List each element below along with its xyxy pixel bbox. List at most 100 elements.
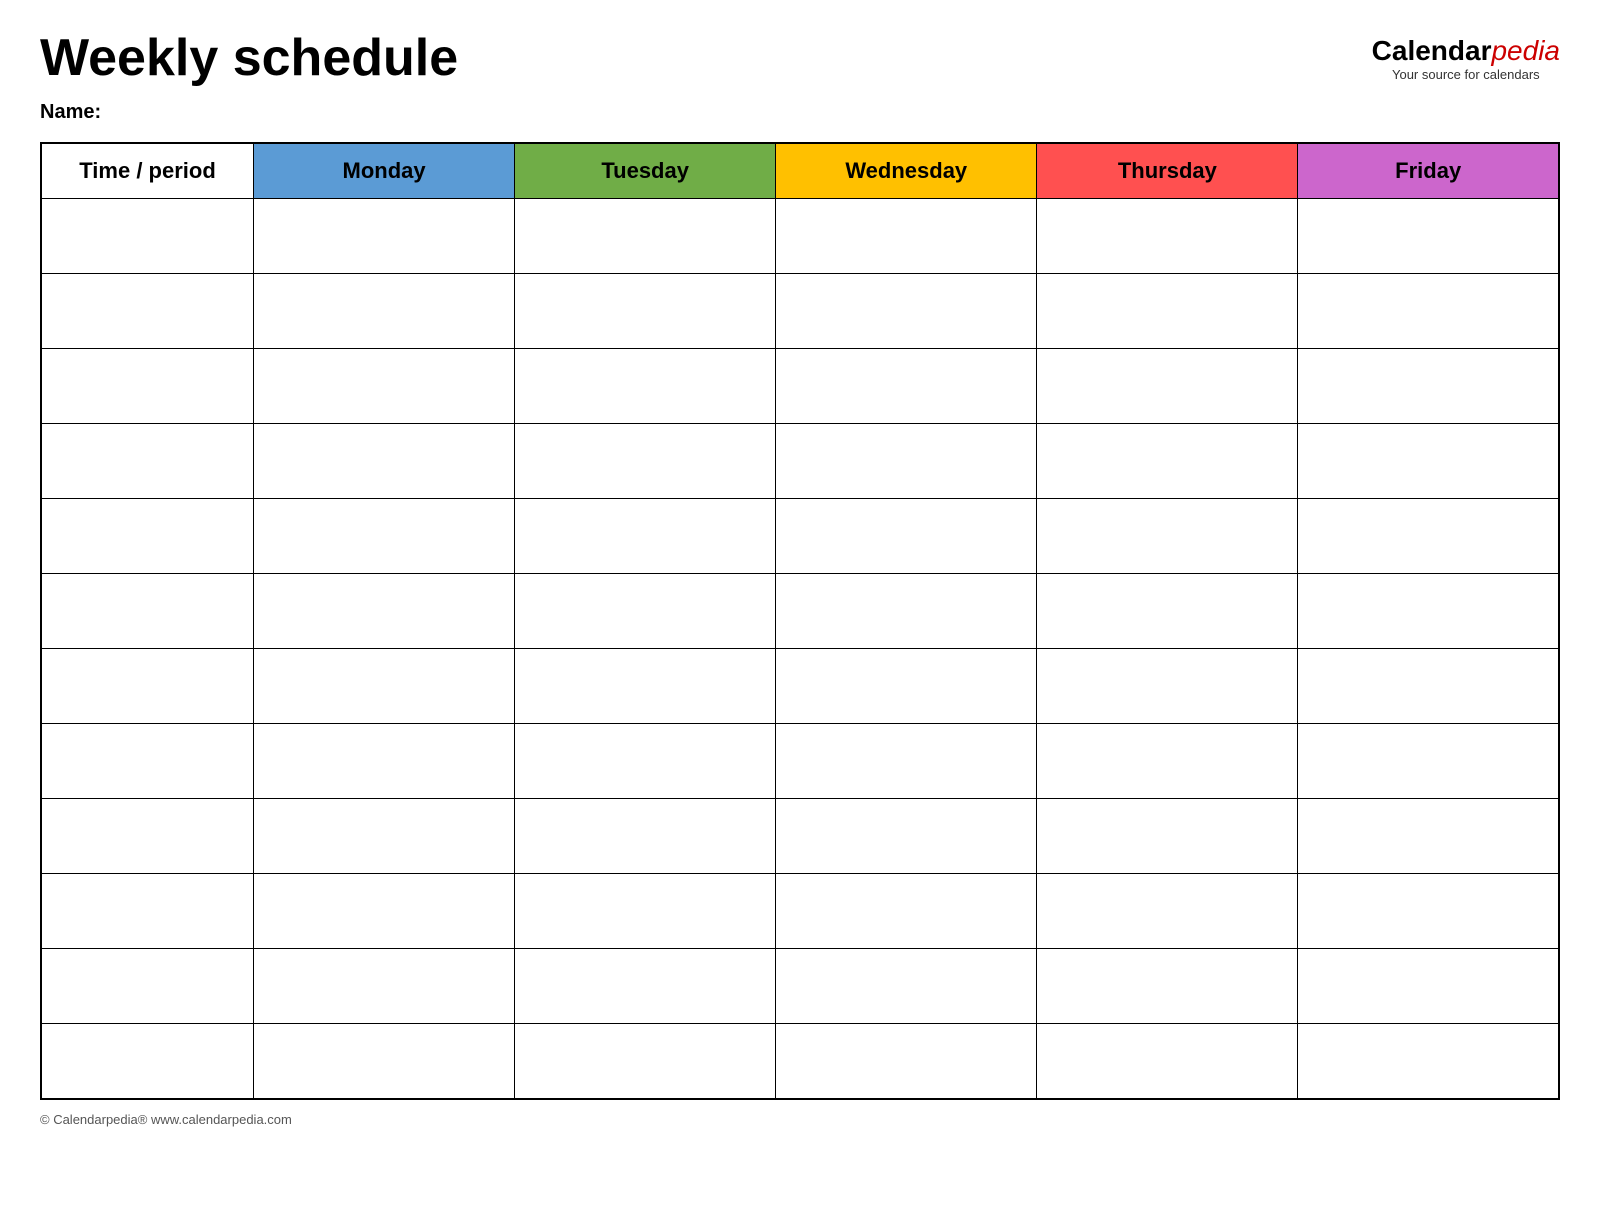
table-cell[interactable] [515,799,776,874]
table-cell[interactable] [776,424,1037,499]
logo: Calendarpedia Your source for calendars [1372,35,1560,82]
table-cell[interactable] [41,649,254,724]
table-cell[interactable] [1298,1024,1559,1099]
table-cell[interactable] [515,1024,776,1099]
table-cell[interactable] [1298,649,1559,724]
table-cell[interactable] [1298,274,1559,349]
table-cell[interactable] [1037,724,1298,799]
table-cell[interactable] [1037,424,1298,499]
table-cell[interactable] [1037,649,1298,724]
table-cell[interactable] [254,949,515,1024]
table-cell[interactable] [41,424,254,499]
table-cell[interactable] [776,274,1037,349]
table-row [41,349,1559,424]
table-cell[interactable] [515,199,776,274]
table-cell[interactable] [254,349,515,424]
table-cell[interactable] [1037,799,1298,874]
table-cell[interactable] [515,949,776,1024]
table-cell[interactable] [1037,1024,1298,1099]
col-header-wednesday: Wednesday [776,143,1037,199]
header-row: Time / period Monday Tuesday Wednesday T… [41,143,1559,199]
table-row [41,424,1559,499]
table-cell[interactable] [515,724,776,799]
table-cell[interactable] [41,949,254,1024]
table-cell[interactable] [776,199,1037,274]
table-cell[interactable] [776,874,1037,949]
col-header-monday: Monday [254,143,515,199]
col-header-tuesday: Tuesday [515,143,776,199]
table-cell[interactable] [41,1024,254,1099]
col-header-friday: Friday [1298,143,1559,199]
table-cell[interactable] [41,199,254,274]
table-cell[interactable] [254,424,515,499]
table-row [41,724,1559,799]
table-cell[interactable] [515,349,776,424]
table-cell[interactable] [254,499,515,574]
table-row [41,199,1559,274]
col-header-time: Time / period [41,143,254,199]
page-title: Weekly schedule [40,30,458,87]
table-row [41,799,1559,874]
table-cell[interactable] [1298,499,1559,574]
table-cell[interactable] [515,499,776,574]
table-cell[interactable] [1298,724,1559,799]
schedule-table: Time / period Monday Tuesday Wednesday T… [40,142,1560,1100]
table-cell[interactable] [1298,199,1559,274]
table-row [41,1024,1559,1099]
table-cell[interactable] [41,499,254,574]
table-row [41,574,1559,649]
table-cell[interactable] [254,199,515,274]
table-cell[interactable] [1037,349,1298,424]
table-cell[interactable] [254,874,515,949]
table-cell[interactable] [1298,349,1559,424]
table-row [41,499,1559,574]
table-cell[interactable] [254,1024,515,1099]
table-cell[interactable] [254,724,515,799]
table-cell[interactable] [515,649,776,724]
table-cell[interactable] [776,349,1037,424]
table-cell[interactable] [41,274,254,349]
table-cell[interactable] [254,274,515,349]
table-cell[interactable] [1037,499,1298,574]
table-cell[interactable] [1298,874,1559,949]
table-cell[interactable] [41,799,254,874]
col-header-thursday: Thursday [1037,143,1298,199]
table-cell[interactable] [515,274,776,349]
table-cell[interactable] [254,649,515,724]
table-row [41,274,1559,349]
table-cell[interactable] [1298,574,1559,649]
table-row [41,949,1559,1024]
table-cell[interactable] [1037,274,1298,349]
table-cell[interactable] [776,724,1037,799]
logo-pedia-part: pedia [1491,35,1560,66]
table-cell[interactable] [1298,424,1559,499]
table-cell[interactable] [41,349,254,424]
table-cell[interactable] [41,874,254,949]
table-cell[interactable] [776,649,1037,724]
table-cell[interactable] [1037,199,1298,274]
table-cell[interactable] [254,574,515,649]
table-cell[interactable] [1037,949,1298,1024]
logo-text: Calendarpedia [1372,35,1560,67]
table-cell[interactable] [1298,799,1559,874]
table-cell[interactable] [1037,574,1298,649]
table-cell[interactable] [776,499,1037,574]
table-cell[interactable] [41,574,254,649]
logo-subtitle: Your source for calendars [1372,67,1560,82]
logo-calendar-part: Calendar [1372,35,1492,66]
table-row [41,649,1559,724]
table-cell[interactable] [776,574,1037,649]
table-row [41,874,1559,949]
table-cell[interactable] [515,424,776,499]
table-cell[interactable] [41,724,254,799]
table-cell[interactable] [1037,874,1298,949]
table-cell[interactable] [776,949,1037,1024]
table-cell[interactable] [254,799,515,874]
table-cell[interactable] [515,574,776,649]
footer: © Calendarpedia® www.calendarpedia.com [40,1112,1560,1127]
name-label: Name: [40,101,1560,124]
table-cell[interactable] [515,874,776,949]
table-cell[interactable] [776,799,1037,874]
table-cell[interactable] [1298,949,1559,1024]
table-cell[interactable] [776,1024,1037,1099]
